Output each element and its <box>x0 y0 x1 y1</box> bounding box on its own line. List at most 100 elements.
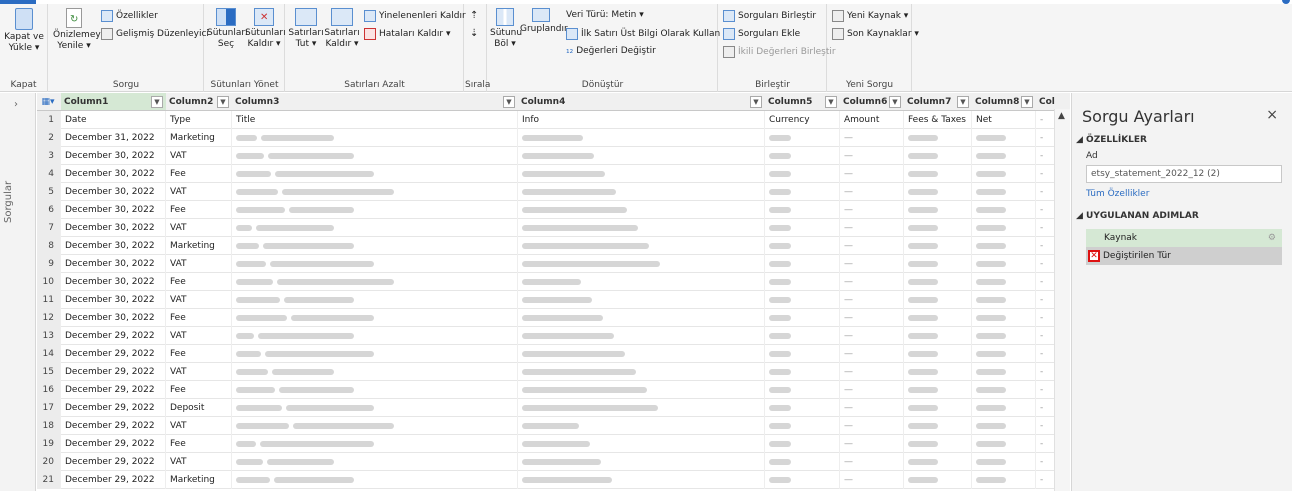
keep-rows-button[interactable]: Satırları Tut ▾ <box>288 8 324 50</box>
column-header[interactable]: Column2 ▼ <box>166 93 232 111</box>
table-cell[interactable]: December 29, 2022 <box>61 381 166 399</box>
table-cell[interactable] <box>232 399 518 417</box>
table-cell[interactable] <box>972 399 1036 417</box>
group-by-button[interactable]: Gruplandır <box>520 8 568 35</box>
table-cell[interactable] <box>232 345 518 363</box>
table-cell[interactable] <box>972 255 1036 273</box>
table-cell[interactable]: December 29, 2022 <box>61 327 166 345</box>
table-cell[interactable]: December 30, 2022 <box>61 165 166 183</box>
table-cell[interactable] <box>765 183 840 201</box>
table-cell[interactable] <box>232 129 518 147</box>
table-cell[interactable] <box>232 435 518 453</box>
queries-pane[interactable]: › Sorgular <box>0 93 36 491</box>
table-cell[interactable]: — <box>840 327 904 345</box>
table-row[interactable]: 11 December 30, 2022 VAT — - <box>37 291 1070 309</box>
table-row[interactable]: 20 December 29, 2022 VAT — - <box>37 453 1070 471</box>
column-filter-dropdown-icon[interactable]: ▼ <box>889 95 901 108</box>
table-cell[interactable]: — <box>840 417 904 435</box>
table-row[interactable]: 7 December 30, 2022 VAT — - <box>37 219 1070 237</box>
table-cell[interactable] <box>518 399 765 417</box>
table-cell[interactable]: VAT <box>166 327 232 345</box>
remove-duplicates-button[interactable]: Yinelenenleri Kaldır <box>364 10 466 22</box>
table-cell[interactable] <box>232 255 518 273</box>
split-column-button[interactable]: Sütunu Böl ▾ <box>490 8 522 50</box>
table-row[interactable]: 10 December 30, 2022 Fee — - <box>37 273 1070 291</box>
table-cell[interactable] <box>232 417 518 435</box>
table-cell[interactable]: — <box>840 471 904 489</box>
table-cell[interactable] <box>765 453 840 471</box>
table-cell[interactable] <box>972 327 1036 345</box>
table-cell[interactable]: Net <box>972 111 1036 129</box>
row-number[interactable]: 11 <box>37 291 61 309</box>
table-cell[interactable]: December 30, 2022 <box>61 273 166 291</box>
column-header[interactable]: Column6 ▼ <box>840 93 904 111</box>
table-cell[interactable] <box>765 399 840 417</box>
table-cell[interactable]: — <box>840 129 904 147</box>
table-cell[interactable]: December 29, 2022 <box>61 471 166 489</box>
table-row[interactable]: 8 December 30, 2022 Marketing — - <box>37 237 1070 255</box>
table-cell[interactable] <box>765 435 840 453</box>
choose-columns-button[interactable]: Sütunları Seç <box>207 8 248 50</box>
table-cell[interactable]: — <box>840 237 904 255</box>
table-row[interactable]: 14 December 29, 2022 Fee — - <box>37 345 1070 363</box>
table-cell[interactable]: VAT <box>166 363 232 381</box>
column-filter-dropdown-icon[interactable]: ▼ <box>825 95 837 108</box>
table-cell[interactable]: December 29, 2022 <box>61 435 166 453</box>
table-cell[interactable] <box>232 219 518 237</box>
table-cell[interactable] <box>232 309 518 327</box>
table-cell[interactable] <box>972 417 1036 435</box>
table-cell[interactable]: Fee <box>166 165 232 183</box>
table-cell[interactable] <box>765 201 840 219</box>
table-cell[interactable] <box>972 471 1036 489</box>
table-cell[interactable] <box>904 129 972 147</box>
table-cell[interactable]: — <box>840 399 904 417</box>
table-cell[interactable] <box>972 201 1036 219</box>
table-cell[interactable] <box>765 255 840 273</box>
table-row[interactable]: 1 Date Type Title Info Currency Amount Fees & T… <box>37 111 1070 129</box>
column-header[interactable]: Column8 ▼ <box>972 93 1036 111</box>
scroll-up-icon[interactable]: ▲ <box>1058 111 1065 121</box>
refresh-preview-button[interactable]: ↻ Önizlemeyi Yenile ▾ <box>53 8 103 52</box>
row-number[interactable]: 3 <box>37 147 61 165</box>
table-cell[interactable]: VAT <box>166 453 232 471</box>
table-cell[interactable] <box>904 201 972 219</box>
table-cell[interactable] <box>518 201 765 219</box>
table-cell[interactable]: Fee <box>166 273 232 291</box>
table-cell[interactable] <box>904 273 972 291</box>
table-cell[interactable] <box>518 435 765 453</box>
row-number[interactable]: 6 <box>37 201 61 219</box>
column-header[interactable]: Column4 ▼ <box>518 93 765 111</box>
sort-descending-button[interactable]: ⇣ <box>470 28 478 39</box>
table-row[interactable]: 18 December 29, 2022 VAT — - <box>37 417 1070 435</box>
row-number[interactable]: 20 <box>37 453 61 471</box>
table-cell[interactable] <box>972 381 1036 399</box>
table-cell[interactable] <box>972 165 1036 183</box>
table-cell[interactable] <box>518 309 765 327</box>
column-header[interactable]: Column3 ▼ <box>232 93 518 111</box>
table-row[interactable]: 15 December 29, 2022 VAT — - <box>37 363 1070 381</box>
table-cell[interactable]: VAT <box>166 183 232 201</box>
combine-binaries-button[interactable]: İkili Değerleri Birleştir <box>723 46 836 58</box>
table-cell[interactable]: Marketing <box>166 129 232 147</box>
table-cell[interactable] <box>765 345 840 363</box>
table-cell[interactable] <box>904 291 972 309</box>
table-cell[interactable] <box>904 381 972 399</box>
table-cell[interactable]: — <box>840 255 904 273</box>
table-cell[interactable]: Fee <box>166 309 232 327</box>
table-cell[interactable]: Amount <box>840 111 904 129</box>
table-cell[interactable]: — <box>840 309 904 327</box>
table-cell[interactable]: December 29, 2022 <box>61 417 166 435</box>
table-cell[interactable] <box>518 183 765 201</box>
table-cell[interactable]: December 30, 2022 <box>61 219 166 237</box>
table-cell[interactable] <box>904 147 972 165</box>
table-cell[interactable] <box>972 453 1036 471</box>
expand-queries-icon[interactable]: › <box>14 99 18 110</box>
row-number[interactable]: 2 <box>37 129 61 147</box>
column-filter-dropdown-icon[interactable]: ▼ <box>217 95 229 108</box>
table-row[interactable]: 21 December 29, 2022 Marketing — - <box>37 471 1070 489</box>
table-cell[interactable] <box>904 417 972 435</box>
table-cell[interactable] <box>518 129 765 147</box>
table-cell[interactable]: VAT <box>166 219 232 237</box>
table-cell[interactable]: Fee <box>166 345 232 363</box>
table-cell[interactable] <box>904 183 972 201</box>
